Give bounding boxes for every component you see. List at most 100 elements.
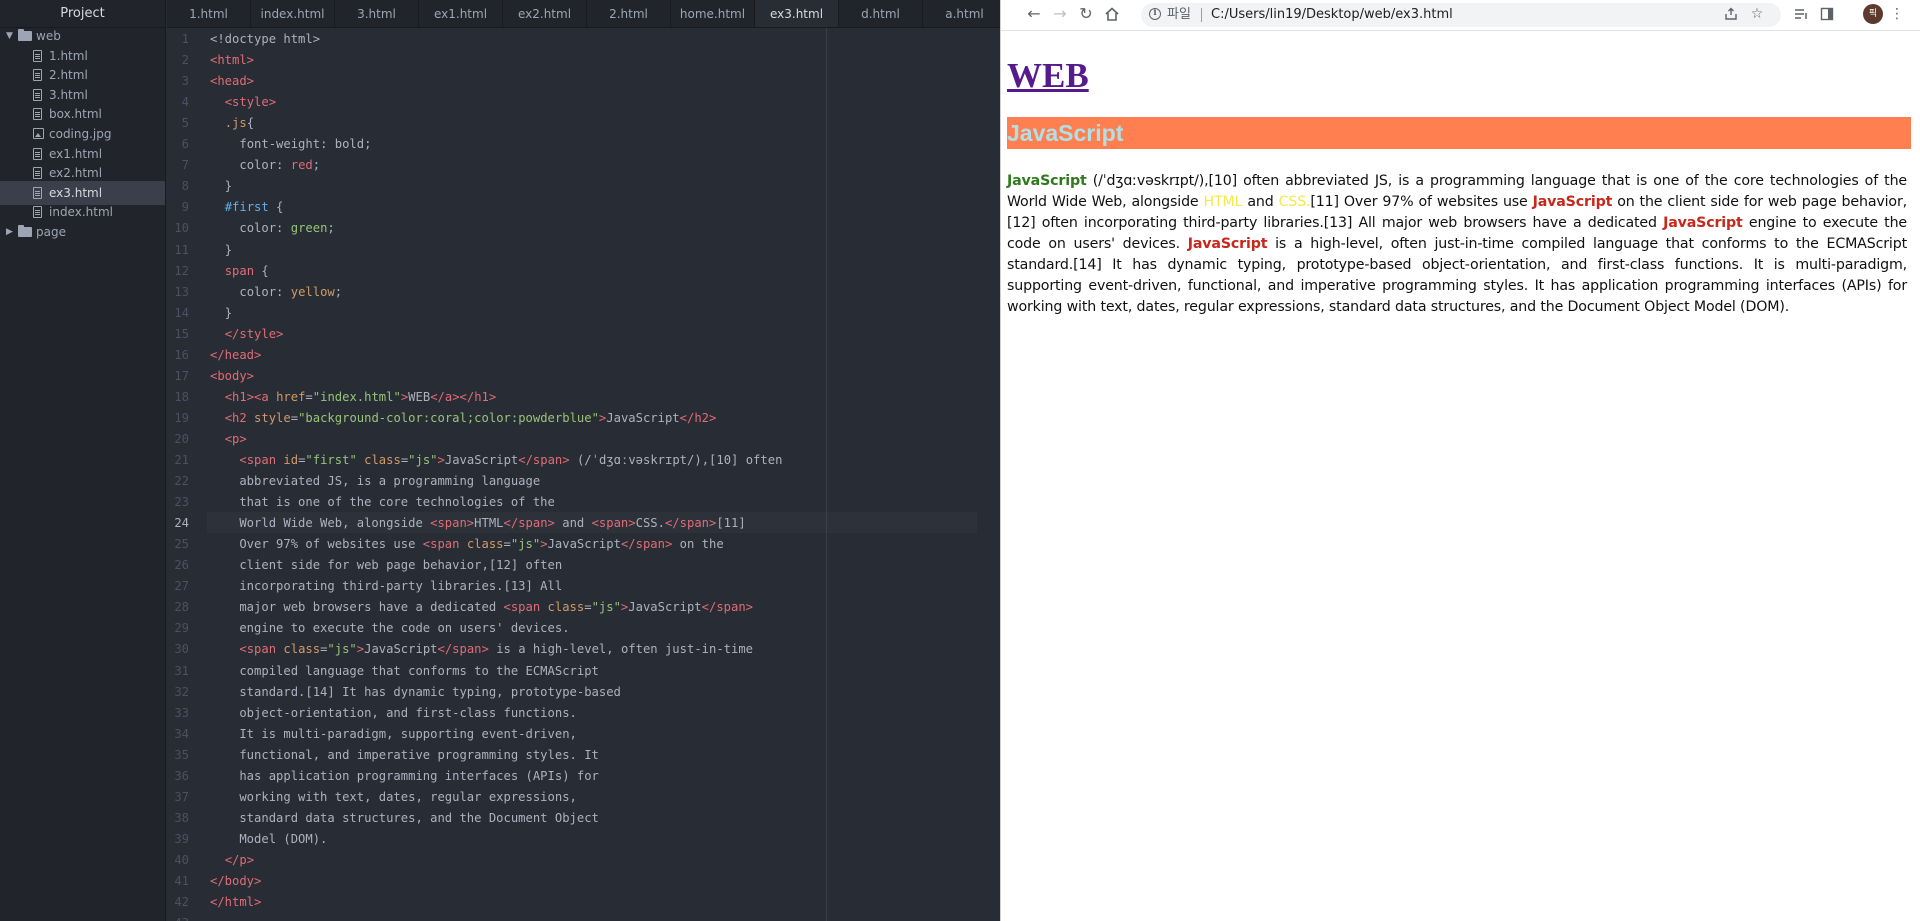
reading-list-icon[interactable] bbox=[1791, 4, 1811, 24]
line-number: 28 bbox=[174, 600, 189, 615]
line-number: 2 bbox=[181, 53, 189, 68]
javascript-highlight: JavaScript bbox=[1663, 215, 1743, 231]
code-editor-window: Project ▼ web 1.html 2.html 3.html box.html co… bbox=[0, 0, 1000, 921]
line-code: </p> bbox=[224, 852, 255, 867]
editor-tab[interactable]: 3.html bbox=[335, 0, 419, 27]
line-number: 24 bbox=[174, 516, 189, 531]
line-number: 22 bbox=[174, 474, 189, 489]
chevron-right-icon[interactable]: ▶ bbox=[6, 220, 13, 244]
line-number: 16 bbox=[174, 347, 189, 362]
line-number: 37 bbox=[174, 789, 189, 804]
tree-item-label: page bbox=[36, 225, 66, 239]
line-code: standard data structures, and the Docume… bbox=[210, 810, 599, 825]
web-page-content: WEB JavaScript JavaScript (/ˈdʒɑːvəskrɪp… bbox=[1007, 31, 1913, 921]
line-code: </head> bbox=[210, 347, 262, 362]
arrow-left-icon: ← bbox=[1027, 4, 1041, 23]
line-number: 3 bbox=[181, 74, 189, 89]
image-file-icon bbox=[33, 128, 44, 139]
editor-tab[interactable]: ex1.html bbox=[419, 0, 503, 27]
editor-tab[interactable]: home.html bbox=[671, 0, 755, 27]
file-icon bbox=[33, 147, 42, 160]
line-number: 11 bbox=[174, 242, 189, 257]
line-number: 27 bbox=[174, 579, 189, 594]
editor-tab[interactable]: 2.html bbox=[587, 0, 671, 27]
line-number: 39 bbox=[174, 831, 189, 846]
folder-icon bbox=[18, 29, 32, 41]
side-panel-icon[interactable] bbox=[1817, 4, 1837, 24]
line-code: color: red; bbox=[239, 158, 321, 173]
editor-tab[interactable]: index.html bbox=[251, 0, 335, 27]
address-bar[interactable]: i 파일 C:/Users/lin19/Desktop/web/ex3.html bbox=[1141, 3, 1781, 27]
line-code: major web browsers have a dedicated <spa… bbox=[210, 600, 754, 615]
line-number: 35 bbox=[174, 747, 189, 762]
line-code: #first { bbox=[224, 200, 284, 215]
tree-folder[interactable]: ▶ page bbox=[0, 220, 165, 244]
line-number: 19 bbox=[174, 410, 189, 425]
arrow-right-icon: → bbox=[1053, 4, 1067, 23]
browser-toolbar: ← → ↻ i 파일 C:/Users/lin19/Desktop/web/ex… bbox=[1001, 0, 1920, 31]
forward-button[interactable]: → bbox=[1049, 3, 1071, 25]
line-code: incorporating third-party libraries.[13]… bbox=[210, 579, 563, 594]
line-code: compiled language that conforms to the E… bbox=[210, 663, 599, 678]
code-area[interactable]: 1 <!doctype html> 2 <html> 3 <head> 4 <style> 5… bbox=[167, 28, 1000, 921]
share-icon[interactable] bbox=[1721, 4, 1741, 24]
file-icon bbox=[33, 108, 42, 121]
avatar[interactable]: 픽 bbox=[1863, 4, 1883, 24]
file-icon bbox=[33, 49, 42, 62]
line-number: 25 bbox=[174, 537, 189, 552]
yellow-span: HTML bbox=[1203, 194, 1243, 210]
back-button[interactable]: ← bbox=[1023, 3, 1045, 25]
url-text[interactable]: C:/Users/lin19/Desktop/web/ex3.html bbox=[1211, 3, 1453, 27]
line-code: } bbox=[224, 242, 233, 257]
project-panel: Project ▼ web 1.html 2.html 3.html box.html co… bbox=[0, 0, 166, 921]
web-home-link[interactable]: WEB bbox=[1007, 56, 1089, 95]
editor-tab[interactable]: a.html bbox=[923, 0, 1000, 27]
editor-tab[interactable]: d.html bbox=[839, 0, 923, 27]
line-code: <h2 style="background-color:coral;color:… bbox=[224, 410, 717, 425]
editor-tab-bar: 1.html index.html 3.html ex1.html ex2.html 2.… bbox=[167, 0, 1000, 28]
line-code: <style> bbox=[224, 95, 277, 110]
line-code: has application programming interfaces (… bbox=[210, 768, 599, 783]
file-icon bbox=[33, 167, 42, 180]
reload-button[interactable]: ↻ bbox=[1075, 3, 1097, 25]
editor-tab[interactable]: ex2.html bbox=[503, 0, 587, 27]
page-heading: WEB bbox=[1007, 56, 1089, 96]
file-icon bbox=[33, 88, 42, 101]
line-number: 9 bbox=[181, 200, 189, 215]
more-menu-icon[interactable]: ⋮ bbox=[1887, 4, 1907, 24]
line-number: 30 bbox=[174, 642, 189, 657]
line-number: 8 bbox=[181, 179, 189, 194]
line-code: <p> bbox=[224, 431, 247, 446]
home-button[interactable] bbox=[1101, 3, 1123, 25]
line-code: <h1><a href="index.html">WEB</a></h1> bbox=[224, 389, 497, 404]
line-number: 7 bbox=[181, 158, 189, 173]
line-number: 36 bbox=[174, 768, 189, 783]
line-code: <span id="first" class="js">JavaScript</… bbox=[239, 453, 783, 467]
line-code: working with text, dates, regular expres… bbox=[210, 789, 577, 804]
line-code: client side for web page behavior,[12] o… bbox=[210, 558, 563, 573]
line-code: </body> bbox=[210, 874, 262, 888]
line-code: } bbox=[224, 305, 233, 320]
line-number: 32 bbox=[174, 684, 189, 699]
line-number: 38 bbox=[174, 810, 189, 825]
line-code: <span class="js">JavaScript</span> is a … bbox=[239, 642, 754, 657]
line-number: 21 bbox=[174, 453, 189, 467]
line-code: standard.[14] It has dynamic typing, pro… bbox=[210, 684, 621, 699]
info-icon[interactable]: i bbox=[1149, 8, 1161, 20]
line-code: .js{ bbox=[224, 116, 255, 131]
editor-tab[interactable]: 1.html bbox=[167, 0, 251, 27]
editor-tab[interactable]: ex3.html bbox=[755, 0, 839, 27]
line-number: 26 bbox=[174, 558, 189, 573]
browser-window: ← → ↻ i 파일 C:/Users/lin19/Desktop/web/ex… bbox=[1000, 0, 1920, 921]
bookmark-star-icon[interactable]: ☆ bbox=[1747, 4, 1767, 24]
line-number: 14 bbox=[174, 305, 189, 320]
line-code: Model (DOM). bbox=[210, 831, 328, 846]
line-code: font-weight: bold; bbox=[239, 137, 372, 152]
file-icon bbox=[33, 186, 42, 199]
reload-icon: ↻ bbox=[1079, 4, 1093, 23]
line-number: 34 bbox=[174, 726, 189, 741]
line-number: 13 bbox=[174, 284, 189, 299]
line-code: <head> bbox=[210, 74, 255, 89]
line-code: object-orientation, and first-class func… bbox=[210, 705, 577, 720]
folder-icon bbox=[18, 225, 32, 237]
